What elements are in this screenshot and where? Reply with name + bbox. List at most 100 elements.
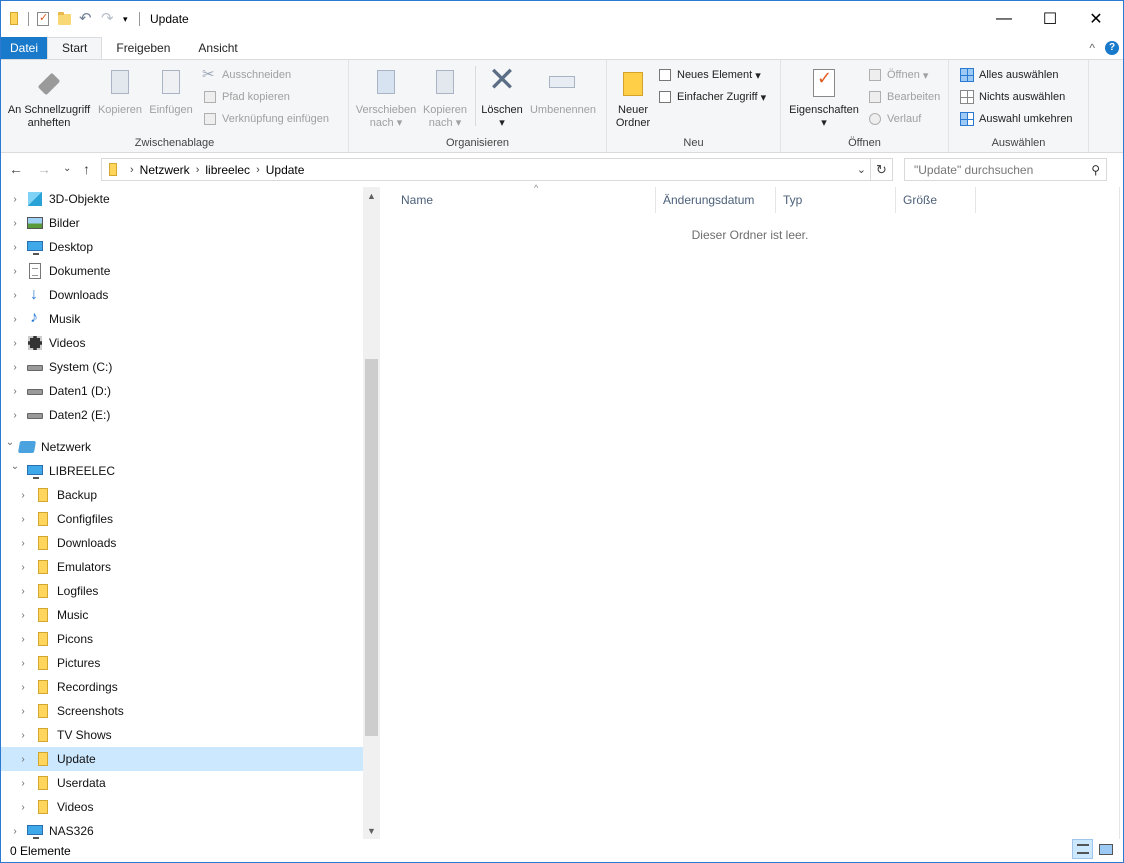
tab-view[interactable]: Ansicht — [184, 37, 251, 59]
expand-chevron-icon[interactable]: › — [17, 706, 29, 717]
new-item-button[interactable]: Neues Element ▾ — [657, 66, 761, 84]
properties-button[interactable]: Eigenschaften ▾ — [785, 66, 863, 130]
expand-chevron-icon[interactable]: › — [9, 290, 21, 301]
properties-icon[interactable]: ✓ — [35, 11, 51, 27]
nav-item[interactable]: › Daten1 (D:) — [1, 379, 363, 403]
paste-button[interactable]: Einfügen — [145, 66, 197, 117]
select-none-button[interactable]: Nichts auswählen — [959, 88, 1065, 106]
expand-chevron-icon[interactable]: › — [9, 314, 21, 325]
new-folder-button[interactable]: Neuer Ordner — [611, 66, 655, 130]
nav-item[interactable]: › Configfiles — [1, 507, 363, 531]
expand-chevron-icon[interactable]: › — [9, 338, 21, 349]
history-button[interactable]: Verlauf — [867, 110, 921, 128]
edit-button[interactable]: Bearbeiten — [867, 88, 940, 106]
nav-item[interactable]: › Pictures — [1, 651, 363, 675]
details-view-button[interactable] — [1072, 839, 1093, 859]
search-input[interactable]: "Update" durchsuchen ⚲ — [904, 158, 1107, 181]
expand-chevron-icon[interactable]: › — [17, 754, 29, 765]
expand-chevron-icon[interactable]: › — [17, 802, 29, 813]
breadcrumb-chevron-icon[interactable]: › — [256, 164, 260, 176]
breadcrumb-chevron-icon[interactable]: › — [130, 164, 134, 176]
easy-access-button[interactable]: Einfacher Zugriff ▾ — [657, 88, 766, 106]
nav-item[interactable]: › Dokumente — [1, 259, 363, 283]
nav-item[interactable]: › Desktop — [1, 235, 363, 259]
nav-item[interactable]: › ♪ Musik — [1, 307, 363, 331]
expand-chevron-icon[interactable]: › — [17, 514, 29, 525]
redo-icon[interactable]: ↷ — [101, 11, 117, 27]
paste-shortcut-button[interactable]: Verknüpfung einfügen — [202, 110, 329, 128]
column-header-type[interactable]: Typ — [776, 187, 896, 213]
nav-item[interactable]: › 3D-Objekte — [1, 187, 363, 211]
up-arrow-icon[interactable]: ↑ — [83, 161, 90, 177]
copy-path-button[interactable]: Pfad kopieren — [202, 88, 290, 106]
nav-item[interactable]: › Downloads — [1, 531, 363, 555]
minimize-button[interactable]: — — [981, 1, 1027, 37]
nav-item[interactable]: › Backup — [1, 483, 363, 507]
column-header-date[interactable]: Änderungsdatum — [656, 187, 776, 213]
scroll-up-icon[interactable]: ▲ — [363, 187, 380, 204]
expand-chevron-icon[interactable]: › — [9, 194, 21, 205]
expand-chevron-icon[interactable]: › — [9, 362, 21, 373]
expand-chevron-icon[interactable]: › — [9, 386, 21, 397]
refresh-icon[interactable]: ↻ — [871, 158, 893, 181]
nav-item[interactable]: › Music — [1, 603, 363, 627]
expand-chevron-icon[interactable]: › — [17, 490, 29, 501]
nav-item[interactable]: ⌄ Netzwerk — [1, 435, 363, 459]
nav-item[interactable]: › Daten2 (E:) — [1, 403, 363, 427]
column-header-size[interactable]: Größe — [896, 187, 976, 213]
nav-item[interactable]: › Emulators — [1, 555, 363, 579]
search-icon[interactable]: ⚲ — [1091, 163, 1100, 177]
open-button[interactable]: Öffnen ▾ — [867, 66, 928, 84]
collapse-chevron-icon[interactable]: ⌄ — [4, 437, 16, 448]
nav-item[interactable]: › Bilder — [1, 211, 363, 235]
collapse-chevron-icon[interactable]: ⌄ — [9, 461, 21, 472]
expand-chevron-icon[interactable]: › — [17, 586, 29, 597]
breadcrumb-chevron-icon[interactable]: › — [196, 164, 200, 176]
nav-item[interactable]: ⌄ LIBREELEC — [1, 459, 363, 483]
expand-chevron-icon[interactable]: › — [17, 730, 29, 741]
new-folder-icon[interactable] — [57, 11, 73, 27]
expand-chevron-icon[interactable]: › — [17, 658, 29, 669]
file-list[interactable]: Name ^ Änderungsdatum Typ Größe Dieser O… — [381, 183, 1119, 839]
large-icons-view-button[interactable] — [1095, 839, 1116, 859]
help-icon[interactable]: ? — [1105, 41, 1119, 55]
move-to-button[interactable]: Verschieben nach ▾ — [353, 66, 419, 130]
nav-item[interactable]: › Videos — [1, 795, 363, 819]
address-bar[interactable]: › Netzwerk › libreelec › Update ⌄ — [101, 158, 871, 181]
address-dropdown-icon[interactable]: ⌄ — [857, 163, 866, 176]
explorer-folder-icon[interactable] — [6, 11, 22, 27]
undo-icon[interactable]: ↶ — [79, 11, 95, 27]
invert-selection-button[interactable]: Auswahl umkehren — [959, 110, 1073, 128]
expand-chevron-icon[interactable]: › — [17, 682, 29, 693]
scroll-down-icon[interactable]: ▼ — [363, 822, 380, 839]
close-button[interactable]: ✕ — [1073, 1, 1119, 37]
select-all-button[interactable]: Alles auswählen — [959, 66, 1059, 84]
expand-chevron-icon[interactable]: › — [9, 218, 21, 229]
collapse-ribbon-icon[interactable]: ^ — [1089, 41, 1095, 55]
scroll-thumb[interactable] — [365, 359, 378, 736]
column-header-name[interactable]: Name ^ — [394, 183, 656, 213]
expand-chevron-icon[interactable]: › — [17, 538, 29, 549]
nav-item[interactable]: › NAS326 — [1, 819, 363, 839]
nav-item[interactable]: › Picons — [1, 627, 363, 651]
expand-chevron-icon[interactable]: › — [9, 266, 21, 277]
expand-chevron-icon[interactable]: › — [9, 410, 21, 421]
tab-file[interactable]: Datei — [1, 37, 48, 59]
expand-chevron-icon[interactable]: › — [17, 562, 29, 573]
customize-dropdown-icon[interactable]: ▾ — [123, 11, 133, 27]
expand-chevron-icon[interactable]: › — [17, 634, 29, 645]
nav-item[interactable]: › Logfiles — [1, 579, 363, 603]
nav-item[interactable]: › Userdata — [1, 771, 363, 795]
nav-item[interactable]: › Screenshots — [1, 699, 363, 723]
breadcrumb-update[interactable]: Update — [266, 163, 305, 177]
nav-item[interactable]: › Update — [1, 747, 363, 771]
nav-scrollbar[interactable]: ▲ ▼ — [363, 187, 380, 839]
pin-quick-access-button[interactable]: An Schnellzugriff anheften — [3, 66, 95, 130]
cut-button[interactable]: ✂ Ausschneiden — [202, 66, 291, 84]
expand-chevron-icon[interactable]: › — [17, 778, 29, 789]
nav-item[interactable]: › Videos — [1, 331, 363, 355]
breadcrumb-network[interactable]: Netzwerk — [140, 163, 190, 177]
recent-locations-icon[interactable]: ⌄ — [63, 163, 71, 174]
nav-item[interactable]: › Recordings — [1, 675, 363, 699]
rename-button[interactable]: Umbenennen — [527, 66, 599, 117]
